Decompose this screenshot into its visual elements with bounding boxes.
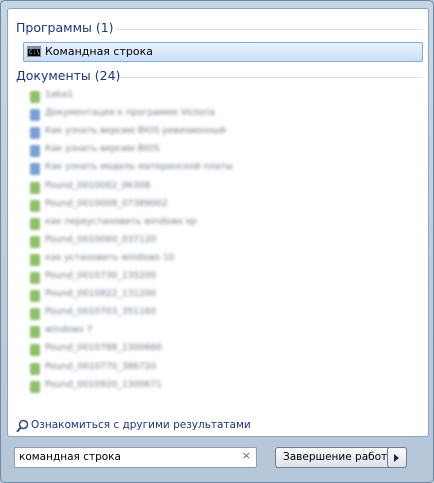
document-icon: [30, 235, 40, 248]
document-item[interactable]: Как узнать версию BIOS ревизионный: [26, 125, 406, 141]
shutdown-options-button[interactable]: [387, 447, 407, 468]
document-label: Как узнать версию BIOS: [45, 144, 160, 155]
document-item[interactable]: Pound_0010770_386720: [26, 361, 406, 377]
more-results-label: Ознакомиться с другими результатами: [31, 419, 251, 431]
document-label: Как узнать версию BIOS ревизионный: [45, 126, 226, 137]
document-label: Pound_0010060_037120: [45, 234, 157, 245]
programs-divider: [116, 29, 422, 30]
document-label: Pound_0010730_135200: [45, 271, 157, 281]
program-item-label: Командная строка: [45, 45, 153, 58]
document-label: Pound_0010002_06308: [45, 180, 151, 191]
document-item[interactable]: Pound_0010008_07389002: [26, 198, 406, 214]
document-label: Pound_0010788_1300660: [45, 343, 162, 354]
document-icon: [30, 163, 40, 176]
programs-header[interactable]: Программы (1): [16, 20, 114, 35]
document-item[interactable]: Pound_0010788_1300660: [26, 342, 406, 358]
document-icon: [30, 199, 40, 212]
document-item[interactable]: как установить windows 10: [26, 252, 406, 268]
shutdown-label: Завершение работы: [283, 451, 396, 463]
document-icon: [30, 272, 40, 284]
document-label: windows 7: [45, 325, 93, 336]
document-icon: [30, 127, 40, 140]
cmd-icon: C:\: [27, 46, 41, 57]
document-label: как установить windows 10: [45, 252, 175, 263]
document-item[interactable]: Pound_0010703_351160: [26, 306, 406, 322]
search-box: ×: [14, 447, 257, 468]
search-input[interactable]: [19, 449, 233, 465]
document-icon: [30, 362, 40, 375]
document-item[interactable]: Pound_0010730_135200: [26, 270, 406, 286]
document-label: Pound_0010822_131200: [45, 289, 157, 300]
document-item[interactable]: Документация к программе Victoria: [26, 107, 406, 123]
document-item[interactable]: Pound_0010002_06308: [26, 180, 406, 196]
document-icon: [30, 217, 40, 230]
document-label: Pound_0010008_07389002: [45, 198, 168, 209]
document-icon: [30, 326, 40, 339]
document-icon: [30, 91, 40, 103]
document-label: Pound_0010703_351160: [45, 307, 157, 318]
documents-header[interactable]: Документы (24): [16, 68, 120, 83]
document-icon: [30, 145, 40, 158]
document-icon: [30, 290, 40, 303]
document-item[interactable]: Pound_0010822_131200: [26, 288, 406, 304]
document-label: Как узнать модель материнской платы: [45, 162, 233, 173]
search-icon: [16, 419, 29, 433]
arrow-right-icon: [394, 454, 399, 462]
document-icon: [30, 181, 40, 194]
document-icon: [30, 344, 40, 357]
document-item[interactable]: Pound_0010920_1300671: [26, 379, 406, 395]
document-icon: [30, 253, 40, 266]
clear-search-icon[interactable]: ×: [242, 449, 251, 462]
document-item[interactable]: Как узнать модель материнской платы: [26, 161, 406, 177]
document-label: Документация к программе Victoria: [45, 108, 216, 119]
start-menu: Программы (1) C:\ Командная строка Докум…: [0, 0, 434, 483]
document-label: Pound_0010770_386720: [45, 361, 157, 372]
program-item-cmd[interactable]: C:\ Командная строка: [23, 42, 423, 62]
more-results-link[interactable]: Ознакомиться с другими результатами: [16, 418, 316, 434]
document-item[interactable]: как переустановить windows xp: [26, 216, 406, 232]
document-item[interactable]: windows 7: [26, 324, 406, 340]
document-icon: [30, 308, 40, 321]
document-label: 1aba1: [45, 90, 74, 100]
document-icon: [30, 380, 40, 393]
document-item[interactable]: Как узнать версию BIOS: [26, 143, 406, 159]
documents-divider: [120, 77, 422, 78]
document-item[interactable]: 1aba1: [26, 89, 406, 105]
document-label: Pound_0010920_1300671: [45, 379, 162, 390]
results-panel: Программы (1) C:\ Командная строка Докум…: [7, 8, 429, 437]
document-item[interactable]: Pound_0010060_037120: [26, 234, 406, 250]
document-icon: [30, 109, 40, 122]
document-label: как переустановить windows xp: [45, 216, 197, 227]
